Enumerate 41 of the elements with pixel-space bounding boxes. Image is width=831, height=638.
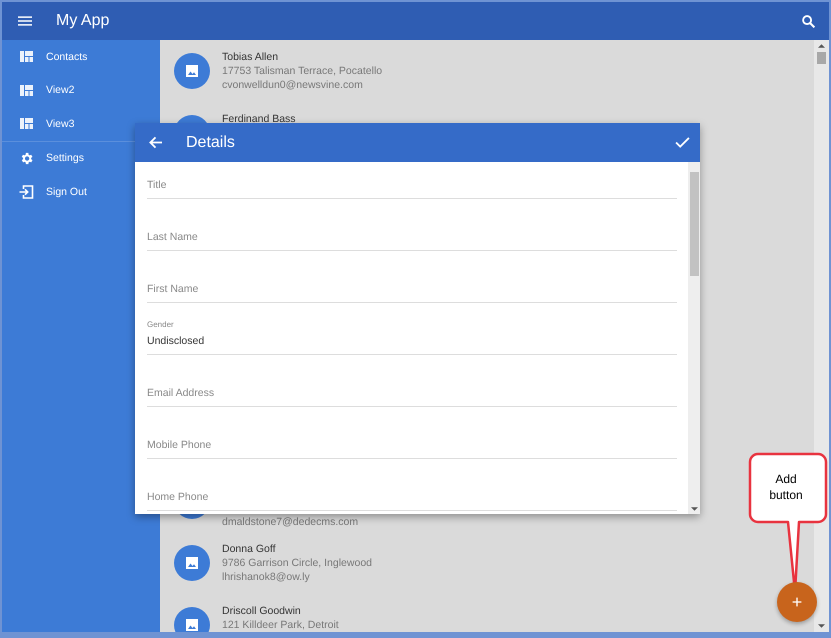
search-icon[interactable] [802, 14, 815, 28]
back-arrow-icon[interactable] [149, 136, 162, 149]
input-field[interactable]: Title [147, 162, 677, 199]
sidebar-item[interactable]: View2 [2, 74, 160, 107]
contact-name: Ferdinand Bass [222, 112, 296, 126]
dialog-title: Details [186, 134, 235, 152]
scrollbar[interactable] [688, 162, 700, 514]
app-title: My App [56, 12, 110, 30]
sign-out-icon [19, 184, 34, 199]
gear-icon [19, 150, 34, 166]
image-icon [186, 557, 198, 569]
sidebar-item[interactable]: Contacts [2, 40, 160, 74]
contact-address: 17753 Talisman Terrace, Pocatello [222, 64, 382, 78]
scrollbar-thumb[interactable] [690, 172, 698, 276]
scroll-up-icon[interactable] [818, 44, 825, 48]
sidebar-item[interactable]: View3 [2, 107, 160, 140]
contact-email: lhrishanok8@ow.ly [222, 570, 311, 584]
menu-icon[interactable] [18, 16, 32, 26]
input-field[interactable]: Email Address [147, 370, 677, 407]
contact-name: Tobias Allen [222, 50, 280, 64]
add-button[interactable]: + [777, 582, 817, 622]
callout-text: Add button [768, 471, 804, 503]
dashboard-icon [19, 84, 34, 96]
check-icon[interactable] [675, 137, 690, 148]
input-field[interactable]: Home Phone [147, 474, 677, 511]
dashboard-icon [19, 51, 34, 62]
input-field[interactable]: Last Name [147, 214, 677, 251]
scroll-down-icon[interactable] [690, 507, 698, 511]
input-field[interactable]: First Name [147, 266, 677, 303]
contact-email: cvonwelldun0@newsvine.com [222, 78, 364, 92]
contact-name: Driscoll Goodwin [222, 604, 302, 618]
dashboard-icon [19, 118, 34, 130]
scroll-down-icon[interactable] [818, 624, 825, 628]
scrollbar-thumb[interactable] [817, 52, 826, 64]
input-field[interactable]: Mobile Phone [147, 422, 677, 459]
input-field[interactable]: Gender Undisclosed [147, 318, 677, 355]
image-icon [186, 65, 198, 77]
contact-name: Donna Goff [222, 542, 277, 556]
contact-email: dmaldstone7@dedecms.com [222, 515, 358, 529]
contact-address: 121 Killdeer Park, Detroit [222, 618, 339, 632]
contact-address: 9786 Garrison Circle, Inglewood [222, 556, 372, 570]
